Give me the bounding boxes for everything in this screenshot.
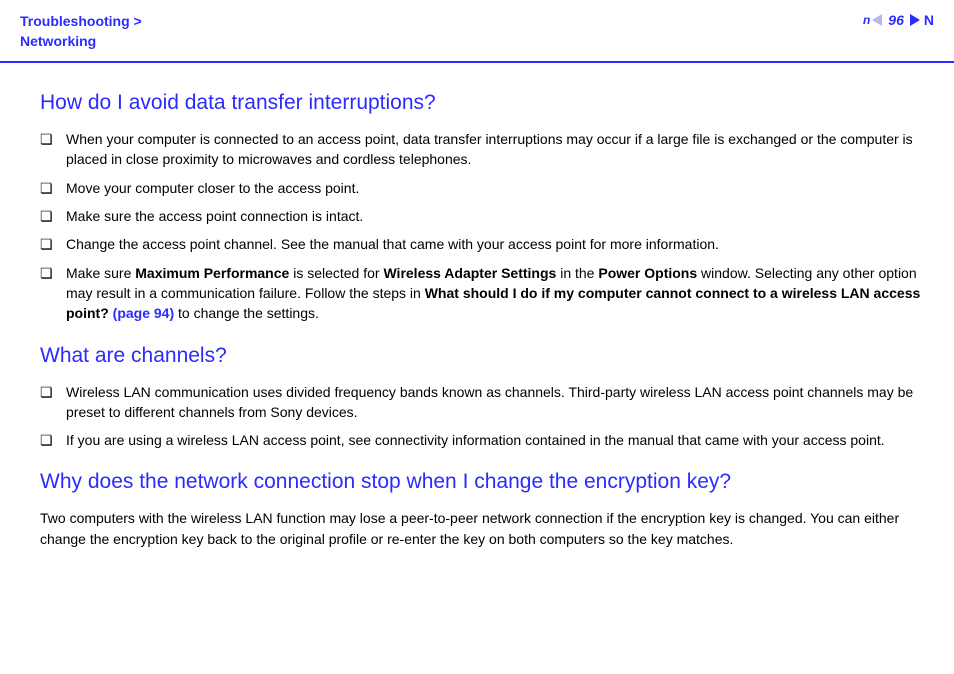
list-item: Make sure Maximum Performance is selecte… [40,263,922,324]
list-item: Make sure the access point connection is… [40,206,922,226]
page-link[interactable]: (page 94) [113,305,174,321]
content-area: How do I avoid data transfer interruptio… [0,63,954,549]
page-header: Troubleshooting > Networking n 96 N [0,0,954,63]
bold-run: Wireless Adapter Settings [383,265,556,281]
text-run: to change the settings. [174,305,319,321]
list-item: If you are using a wireless LAN access p… [40,430,922,450]
text-run: is selected for [289,265,383,281]
section1-title: How do I avoid data transfer interruptio… [40,91,922,115]
text-run: Make sure [66,265,135,281]
breadcrumb-line2: Networking [20,33,96,49]
list-item: Move your computer closer to the access … [40,178,922,198]
list-item: When your computer is connected to an ac… [40,129,922,170]
list-item: Wireless LAN communication uses divided … [40,382,922,423]
page-number: 96 [888,12,904,28]
bold-run: Maximum Performance [135,265,289,281]
section3-paragraph: Two computers with the wireless LAN func… [40,508,922,549]
next-page-icon[interactable] [910,14,920,26]
n-small-label: n [863,13,870,27]
bold-run: Power Options [598,265,697,281]
section3-title: Why does the network connection stop whe… [40,470,922,494]
text-run: in the [556,265,598,281]
section2-list: Wireless LAN communication uses divided … [40,382,922,451]
section1-list: When your computer is connected to an ac… [40,129,922,323]
prev-page-icon[interactable] [872,14,882,26]
page-root: Troubleshooting > Networking n 96 N How … [0,0,954,674]
section2-title: What are channels? [40,344,922,368]
breadcrumb-line1: Troubleshooting > [20,13,142,29]
breadcrumb: Troubleshooting > Networking [20,12,142,51]
list-item: Change the access point channel. See the… [40,234,922,254]
n-large-label: N [924,12,934,28]
pager: n 96 N [863,12,934,28]
